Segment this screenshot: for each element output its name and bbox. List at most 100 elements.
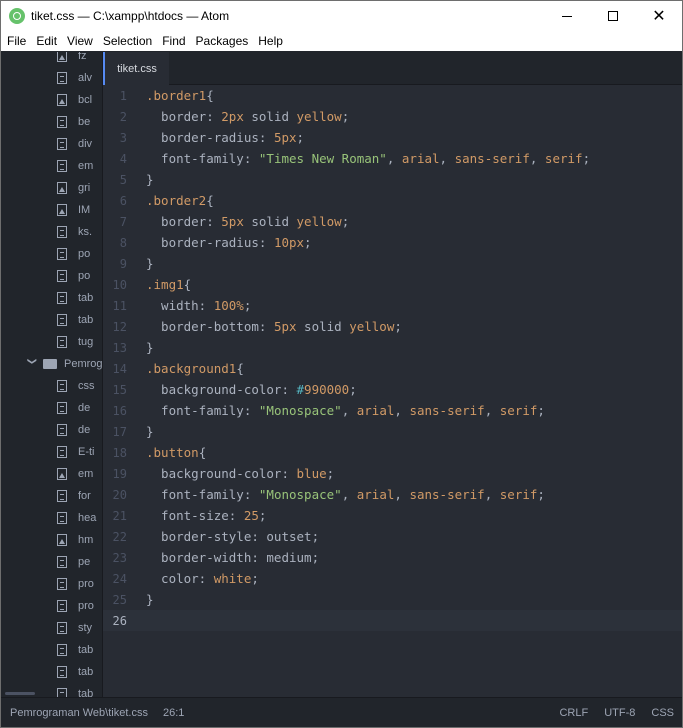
status-file-path[interactable]: Pemrograman Web\tiket.css [10,707,148,719]
tree-file[interactable]: po [57,265,90,287]
code-line[interactable]: 12 border-bottom: 5px solid yellow; [103,316,682,337]
code-line[interactable]: 7 border: 5px solid yellow; [103,211,682,232]
tree-file[interactable]: IM [57,199,90,221]
code-editor[interactable]: 1 .border1{2 border: 2px solid yellow; 3 b… [103,85,682,697]
tree-view[interactable]: fz alv bcl be div em gri IM ks. po po tab tab tug ❯ Pem… [1,52,103,697]
tree-file[interactable]: em [57,155,93,177]
line-number: 25 [112,592,127,607]
line-number: 6 [119,193,127,208]
code-line[interactable]: 16 font-family: "Monospace", arial, sans… [103,400,682,421]
code-line[interactable]: 21 font-size: 25; [103,505,682,526]
tree-file[interactable]: de [57,397,90,419]
tree-file[interactable]: for [57,485,91,507]
tree-file[interactable]: tab [57,683,93,697]
status-encoding[interactable]: UTF-8 [604,707,635,719]
code-line[interactable]: 3 border-radius: 5px; [103,127,682,148]
line-number: 3 [119,130,127,145]
code-line[interactable]: 4 font-family: "Times New Roman", arial,… [103,148,682,169]
status-cursor-position[interactable]: 26:1 [163,707,184,719]
tree-item-label: tug [78,336,94,348]
menu-selection[interactable]: Selection [99,34,156,48]
tree-item-label: IM [78,204,91,216]
code-line[interactable]: 23 border-width: medium; [103,547,682,568]
line-code: width: 100%; [146,298,251,313]
tab-tiket-css[interactable]: tiket.css [103,52,169,85]
line-number: 7 [119,214,127,229]
tree-file[interactable]: gri [57,177,90,199]
line-code: } [146,256,154,271]
code-line[interactable]: 11 width: 100%; [103,295,682,316]
code-line[interactable]: 9} [103,253,682,274]
menu-packages[interactable]: Packages [192,34,253,48]
tree-file[interactable]: tab [57,639,93,661]
code-line[interactable]: 24 color: white; [103,568,682,589]
line-number: 9 [119,256,127,271]
line-number: 16 [112,403,127,418]
tree-file[interactable]: tab [57,661,93,683]
tree-item-label: sty [78,622,93,634]
code-token: { [183,277,192,292]
menu-view[interactable]: View [63,34,97,48]
code-token: serif [544,151,583,166]
code-line[interactable]: 2 border: 2px solid yellow; [103,106,682,127]
tree-file[interactable]: bcl [57,89,92,111]
tree-file[interactable]: div [57,133,92,155]
tree-file[interactable]: alv [57,67,92,89]
code-token: solid [296,319,350,334]
status-grammar[interactable]: CSS [651,707,674,719]
tree-file[interactable]: em [57,463,93,485]
folder-icon [43,359,57,369]
tree-file[interactable]: E-ti [57,441,95,463]
status-line-ending[interactable]: CRLF [559,707,588,719]
tree-file[interactable]: fz [57,52,87,67]
close-icon: ✕ [652,8,666,25]
tree-item-label: css [78,380,95,392]
tree-file[interactable]: be [57,111,90,133]
code-line[interactable]: 26 [103,610,682,631]
code-token: ; [341,109,350,124]
code-token: { [198,445,207,460]
code-line[interactable]: 15 background-color: #990000; [103,379,682,400]
close-button[interactable]: ✕ [636,1,682,31]
code-line[interactable]: 8 border-radius: 10px; [103,232,682,253]
tree-file[interactable]: css [57,375,95,397]
tree-item-label: em [78,468,94,480]
line-code: border-bottom: 5px solid yellow; [146,319,402,334]
code-line[interactable]: 1 .border1{ [103,85,682,106]
minimize-button[interactable] [544,1,590,31]
code-line[interactable]: 22 border-style: outset; [103,526,682,547]
tree-file[interactable]: tug [57,331,93,353]
code-line[interactable]: 6 .border2{ [103,190,682,211]
tree-file[interactable]: po [57,243,90,265]
tree-file[interactable]: pro [57,573,94,595]
menu-find[interactable]: Find [158,34,189,48]
code-line[interactable]: 10 .img1{ [103,274,682,295]
code-line[interactable]: 17} [103,421,682,442]
tree-item-label: for [78,490,91,502]
code-line[interactable]: 19 background-color: blue; [103,463,682,484]
code-token: color: [146,571,214,586]
menu-edit[interactable]: Edit [32,34,61,48]
tree-file[interactable]: tab [57,287,93,309]
tree-file[interactable]: de [57,419,90,441]
chevron-down-icon[interactable]: ❯ [27,357,38,371]
tree-file[interactable]: hea [57,507,96,529]
menu-help[interactable]: Help [254,34,287,48]
code-line[interactable]: 18 .button{ [103,442,682,463]
tree-file[interactable]: tab [57,309,93,331]
code-line[interactable]: 13} [103,337,682,358]
tab-label: tiket.css [117,62,157,75]
tree-folder[interactable]: ❯ Pemrog [25,353,103,375]
code-line[interactable]: 25} [103,589,682,610]
maximize-button[interactable] [590,1,636,31]
tree-file[interactable]: pro [57,595,94,617]
code-line[interactable]: 20 font-family: "Monospace", arial, sans… [103,484,682,505]
tree-file[interactable]: hm [57,529,93,551]
menu-file[interactable]: File [3,34,30,48]
tree-file[interactable]: ks. [57,221,92,243]
tree-file[interactable]: sty [57,617,92,639]
code-line[interactable]: 14 .background1{ [103,358,682,379]
code-line[interactable]: 5} [103,169,682,190]
tree-horizontal-scrollbar[interactable] [5,692,35,695]
tree-file[interactable]: pe [57,551,90,573]
